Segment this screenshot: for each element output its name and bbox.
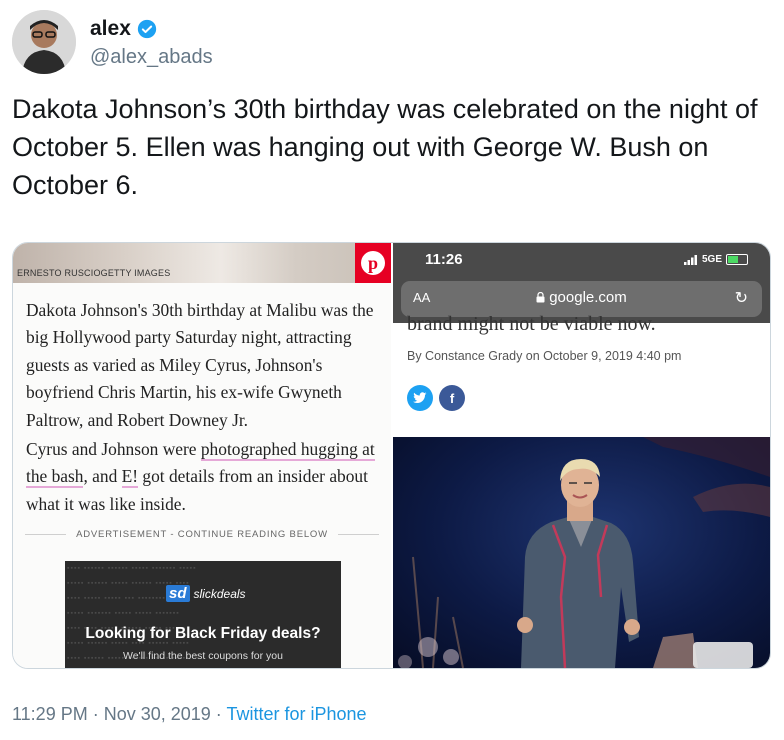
url-text: google.com — [549, 289, 627, 306]
twitter-share-icon — [407, 385, 433, 411]
ad-headline: Looking for Black Friday deals? — [85, 625, 321, 642]
advertisement-label: ADVERTISEMENT - CONTINUE READING BELOW — [25, 529, 379, 540]
pinterest-icon: p — [355, 243, 391, 283]
article-text: Dakota Johnson's 30th birthday at Malibu… — [26, 297, 386, 520]
e-link: E! — [121, 466, 139, 489]
reload-icon: ↻ — [734, 290, 748, 307]
share-buttons: f — [407, 385, 465, 411]
cut-off-text: brand might not be viable now. — [407, 313, 656, 335]
advertisement-label-text: ADVERTISEMENT - CONTINUE READING BELOW — [76, 529, 328, 540]
author-name-row[interactable]: alex — [90, 17, 157, 41]
article-paragraph-2: Cyrus and Johnson were photographed hugg… — [26, 436, 386, 518]
lock-icon — [536, 291, 545, 303]
facebook-share-icon: f — [439, 385, 465, 411]
tweet-footer: 11:29 PM · Nov 30, 2019 · Twitter for iP… — [12, 704, 367, 725]
tweet-header: alex @alex_abads — [12, 10, 772, 74]
article-byline: By Constance Grady on October 9, 2019 4:… — [407, 349, 682, 363]
author-name[interactable]: alex — [90, 17, 131, 41]
media-image-left[interactable]: ERNESTO RUSCIOGETTY IMAGES p Dakota John… — [13, 243, 391, 668]
slickdeals-ad: ▪▪▪▪ ▪▪▪▪▪▪ ▪▪▪▪▪▪ ▪▪▪▪▪ ▪▪▪▪▪▪▪ ▪▪▪▪▪ ▪▪… — [65, 561, 341, 668]
ad-subtext: We'll find the best coupons for you — [123, 650, 283, 662]
signal-indicators: 5GE — [683, 254, 748, 265]
slickdeals-logo: sd slickdeals — [166, 585, 246, 602]
ellen-stage-photo — [393, 437, 770, 668]
slickdeals-logo-mark: sd — [166, 585, 190, 602]
footer-separator: · — [210, 704, 227, 724]
battery-icon — [726, 254, 748, 265]
tweet-media[interactable]: ERNESTO RUSCIOGETTY IMAGES p Dakota John… — [12, 242, 771, 669]
url-display: google.com — [401, 289, 762, 306]
status-time: 11:26 — [425, 251, 463, 268]
url-pill: AA google.com ↻ — [401, 281, 762, 317]
network-label: 5GE — [701, 254, 722, 265]
avatar[interactable] — [12, 10, 76, 74]
author-handle[interactable]: @alex_abads — [90, 46, 213, 69]
paragraph-2-start: Cyrus and Johnson were — [26, 439, 201, 460]
signal-bars-icon — [683, 254, 697, 265]
tweet-timestamp[interactable]: 11:29 PM · Nov 30, 2019 — [12, 704, 211, 724]
paragraph-2-mid: , and — [83, 466, 122, 487]
verified-badge-icon — [137, 19, 157, 39]
article-paragraph-1: Dakota Johnson's 30th birthday at Malibu… — [26, 300, 374, 430]
slickdeals-logo-text: slickdeals — [193, 586, 246, 601]
tweet-text: Dakota Johnson’s 30th birthday was celeb… — [12, 94, 758, 200]
media-image-right[interactable]: 11:26 5GE AA google.com ↻ brand might no… — [393, 243, 770, 668]
tweet-source-link[interactable]: Twitter for iPhone — [226, 704, 366, 724]
photo-credit: ERNESTO RUSCIOGETTY IMAGES — [17, 268, 171, 278]
divider — [337, 534, 379, 535]
divider — [25, 534, 67, 535]
svg-text:p: p — [368, 253, 378, 273]
